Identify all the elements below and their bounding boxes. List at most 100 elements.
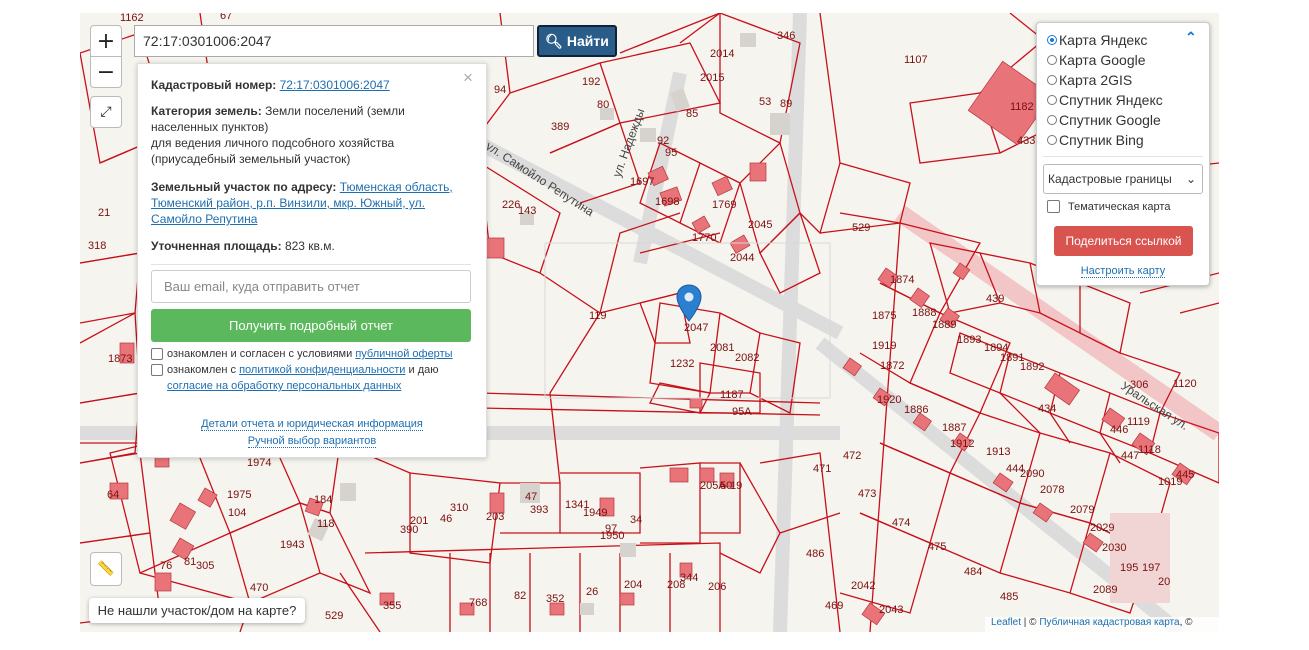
- parcel-number-label: 529: [325, 610, 343, 622]
- parcel-number-label: 85: [686, 108, 698, 120]
- basemap-option-label: Карта Google: [1059, 52, 1146, 68]
- source-link[interactable]: Публичная кадастровая карта: [1039, 617, 1179, 628]
- address-link-3[interactable]: Самойло Репутина: [151, 212, 257, 226]
- parcel-number-label: 310: [450, 502, 468, 514]
- parcel-number-label: 529: [852, 222, 870, 234]
- street-label-nadezhdy: ул. Надежды: [610, 107, 648, 179]
- category-label: Категория земель:: [151, 104, 262, 118]
- share-link-button[interactable]: Поделиться ссылкой: [1054, 226, 1193, 256]
- address-link-2[interactable]: Тюменский район, р.п. Винзили, мкр. Южны…: [151, 196, 425, 210]
- configure-row: Настроить карту: [1037, 265, 1209, 278]
- parcel-number-label: 1769: [712, 199, 736, 211]
- search-button-label: Найти: [566, 33, 609, 49]
- basemap-option[interactable]: Карта Google: [1047, 52, 1146, 68]
- area-value: 823 кв.м.: [284, 239, 335, 253]
- cadastral-number-row: Кадастровый номер: 72:17:0301006:2047: [151, 77, 461, 93]
- parcel-number-label: 1162: [120, 13, 144, 24]
- basemap-option[interactable]: Карта 2GIS: [1047, 72, 1132, 88]
- details-row: Детали отчета и юридическая информация: [138, 416, 486, 432]
- offer-link[interactable]: публичной оферты: [355, 348, 452, 360]
- consent-privacy-checkbox[interactable]: [151, 364, 163, 377]
- location-marker[interactable]: [676, 284, 702, 322]
- parcel-number-label: 53: [759, 96, 771, 108]
- thematic-checkbox[interactable]: [1047, 200, 1060, 213]
- attribution-tail: , ©: [1179, 617, 1193, 628]
- zoom-in-button[interactable]: +: [90, 25, 122, 57]
- email-field[interactable]: Ваш email, куда отправить отчет: [151, 270, 471, 303]
- basemap-option[interactable]: Спутник Bing: [1047, 132, 1144, 148]
- search-input[interactable]: 72:17:0301006:2047: [134, 25, 534, 57]
- parcel-number-label: 390: [400, 524, 418, 536]
- parcel-number-label: 2030: [1102, 542, 1126, 554]
- radio-button[interactable]: [1047, 115, 1057, 125]
- radio-button[interactable]: [1047, 75, 1057, 85]
- parcel-number-label: 119: [589, 310, 607, 322]
- divider: [151, 264, 471, 265]
- fullscreen-icon[interactable]: ⤢: [90, 96, 122, 128]
- ruler-icon[interactable]: 📏: [90, 552, 122, 586]
- parcel-number-label: 389: [551, 121, 569, 133]
- boundaries-select[interactable]: Кадастровые границы ⌄: [1043, 164, 1203, 194]
- parcel-number-label: 472: [843, 450, 861, 462]
- parcel-number-label: 2089: [1093, 584, 1117, 596]
- parcel-number-label: 143: [518, 205, 536, 217]
- parcel-number-label: 1913: [986, 446, 1010, 458]
- get-report-button[interactable]: Получить подробный отчет: [151, 309, 471, 342]
- configure-map-link[interactable]: Настроить карту: [1080, 265, 1166, 278]
- parcel-number-label: 1919: [872, 340, 896, 352]
- parcel-number-label: 1975: [227, 489, 251, 501]
- parcel-number-label: 2042: [851, 580, 875, 592]
- parcel-number-label: 2078: [1040, 484, 1064, 496]
- consent-privacy-text: ознакомлен с: [167, 364, 237, 376]
- parcel-number-label: 21: [98, 207, 110, 219]
- chevron-down-icon: ⌄: [1185, 172, 1196, 186]
- address-link-1[interactable]: Тюменская область,: [340, 180, 453, 194]
- parcel-number-label: 197: [1142, 562, 1160, 574]
- parcel-number-label: 195: [1120, 562, 1138, 574]
- personal-data-link[interactable]: согласие на обработку персональных данны…: [167, 380, 401, 392]
- zoom-out-button[interactable]: −: [90, 56, 122, 88]
- parcel-number-label: 1697: [630, 176, 654, 188]
- parcel-number-label: 2081: [710, 342, 734, 354]
- basemap-option[interactable]: Спутник Google: [1047, 112, 1161, 128]
- address-row: Земельный участок по адресу: Тюменская о…: [151, 179, 461, 227]
- leaflet-link[interactable]: Leaflet: [991, 617, 1021, 628]
- parcel-number-label: 1887: [942, 422, 966, 434]
- parcel-number-label: 80: [597, 99, 609, 111]
- parcel-number-label: 447: [1121, 450, 1139, 462]
- search-button[interactable]: 🔍︎ Найти: [537, 25, 617, 57]
- thematic-label: Тематическая карта: [1068, 200, 1171, 213]
- category-value-1: Земли поселений (земли: [265, 104, 405, 118]
- parcel-number-label: 2029: [1090, 522, 1114, 534]
- parcel-number-label: 1875: [872, 310, 896, 322]
- basemap-option[interactable]: Карта Яндекс: [1047, 32, 1147, 48]
- parcel-number-label: 50: [720, 480, 732, 492]
- parcel-number-label: 1889: [932, 319, 956, 331]
- parcel-number-label: 485: [1000, 591, 1018, 603]
- parcel-number-label: 768: [469, 597, 487, 609]
- manual-choice-link[interactable]: Ручной выбор вариантов: [247, 435, 377, 448]
- close-icon[interactable]: ×: [463, 69, 473, 86]
- parcel-number-label: 2047: [684, 322, 708, 334]
- consent-privacy: ознакомлен с политикой конфиденциальност…: [151, 362, 481, 394]
- parcel-number-label: 446: [1110, 424, 1128, 436]
- not-found-button[interactable]: Не нашли участок/дом на карте?: [89, 598, 305, 623]
- radio-button[interactable]: [1047, 35, 1057, 45]
- consent-offer-checkbox[interactable]: [151, 348, 163, 361]
- basemap-option[interactable]: Спутник Яндекс: [1047, 92, 1163, 108]
- parcel-number-label: 484: [964, 566, 982, 578]
- radio-button[interactable]: [1047, 135, 1057, 145]
- parcel-number-label: 1892: [1020, 361, 1044, 373]
- parcel-number-label: 118: [317, 518, 335, 530]
- category-value-2: населенных пунктов): [151, 120, 269, 134]
- parcel-number-label: 473: [858, 488, 876, 500]
- radio-button[interactable]: [1047, 95, 1057, 105]
- parcel-number-label: 2015: [700, 72, 724, 84]
- privacy-link[interactable]: политикой конфиденциальности: [239, 364, 405, 376]
- radio-button[interactable]: [1047, 55, 1057, 65]
- parcel-number-label: 92: [657, 135, 669, 147]
- cadastral-link[interactable]: 72:17:0301006:2047: [280, 78, 390, 92]
- parcel-number-label: 2090: [1020, 468, 1044, 480]
- details-link[interactable]: Детали отчета и юридическая информация: [201, 418, 423, 431]
- chevron-up-icon[interactable]: ⌃: [1185, 29, 1197, 46]
